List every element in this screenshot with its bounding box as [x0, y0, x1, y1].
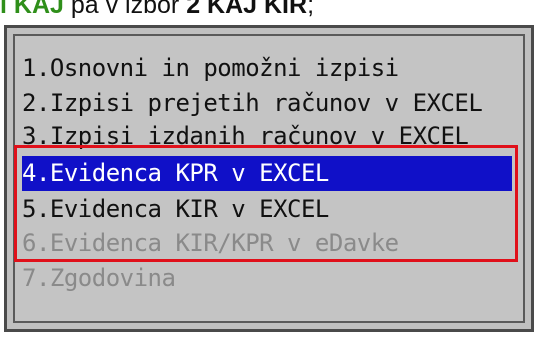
menu-item-zgodovina[interactable]: 7.Zgodovina	[22, 261, 176, 296]
menu-item-evidenca-kpr-excel[interactable]: 4.Evidenca KPR v EXCEL	[22, 156, 512, 191]
menu-item-osnovni-izpisi[interactable]: 1.Osnovni in pomožni izpisi	[22, 51, 399, 86]
caption-part-1: i KAJ	[0, 0, 64, 19]
selected-item-label: 4.Evidenca KPR v EXCEL	[22, 159, 329, 187]
caption-text: i KAJ pa v izbor 2 KAJ KIR;	[0, 0, 314, 20]
menu-item-evidenca-edavke[interactable]: 6.Evidenca KIR/KPR v eDavke	[22, 226, 399, 261]
menu-item-izdani-racuni-excel[interactable]: 3.Izpisi izdanih računov v EXCEL	[22, 119, 469, 154]
menu-item-evidenca-kir-excel[interactable]: 5.Evidenca KIR v EXCEL	[22, 192, 329, 227]
caption-part-4: ;	[307, 0, 315, 19]
menu-item-prejeti-racuni-excel[interactable]: 2.Izpisi prejetih računov v EXCEL	[22, 86, 483, 121]
caption-part-2: pa v izbor	[63, 0, 187, 19]
caption-part-3: 2 KAJ KIR	[186, 0, 308, 19]
